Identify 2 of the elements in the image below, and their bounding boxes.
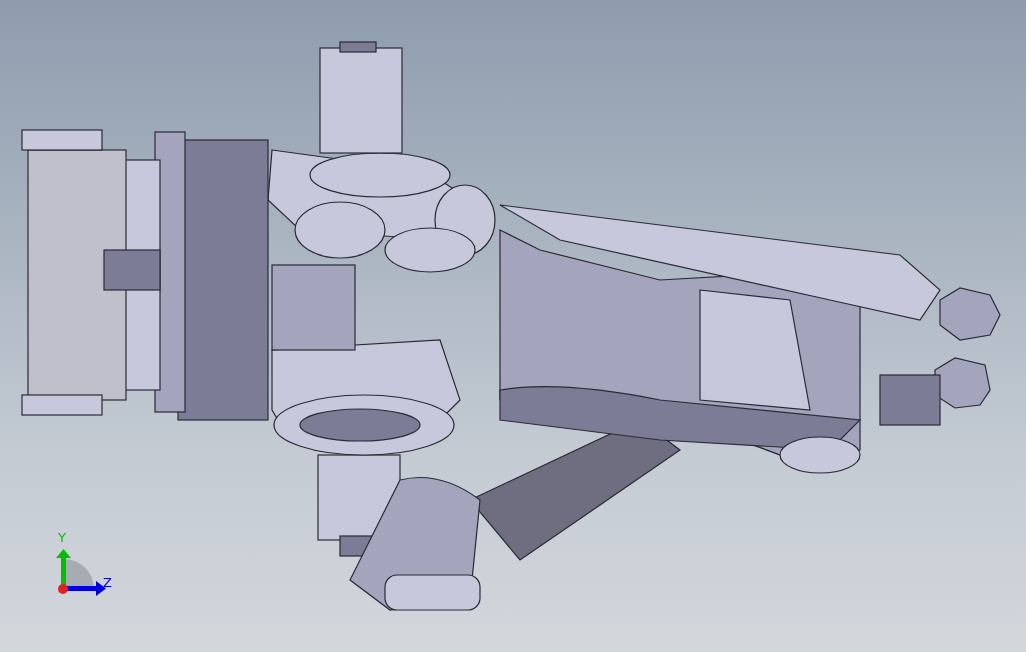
axis-label: Z [103,575,112,590]
axis-label: Y [58,530,66,545]
